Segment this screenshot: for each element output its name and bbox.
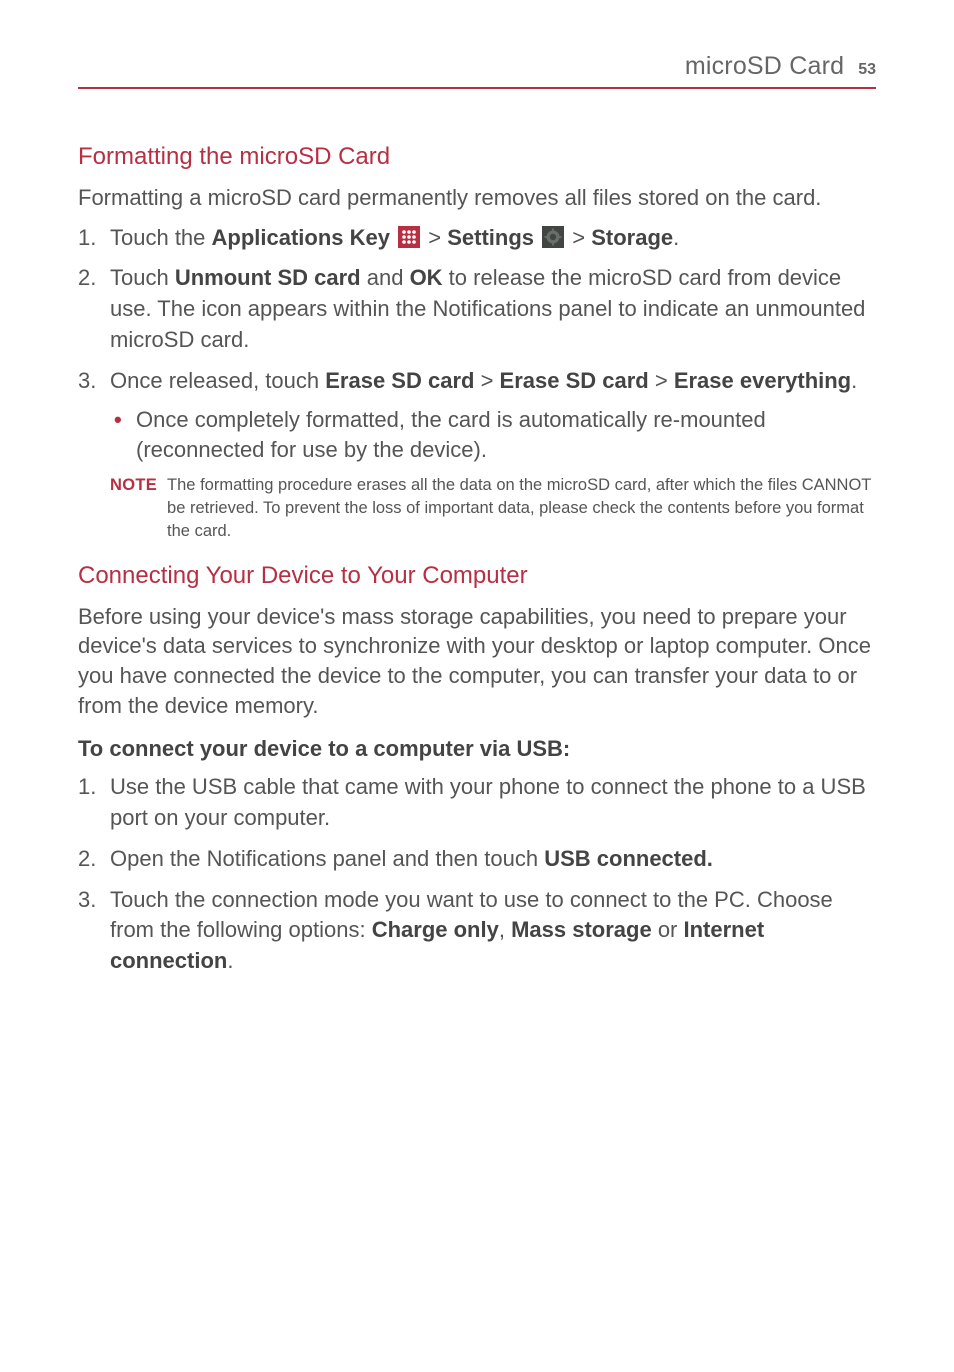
text-fragment: > (649, 368, 674, 393)
text-fragment: > (572, 225, 591, 250)
text-fragment: Touch (110, 265, 175, 290)
bold-settings: Settings (447, 225, 534, 250)
section2-step-2: Open the Notifications panel and then to… (78, 844, 876, 875)
bold-unmount-sd: Unmount SD card (175, 265, 361, 290)
text-fragment: and (361, 265, 410, 290)
text-fragment: Touch the (110, 225, 212, 250)
bold-erase-sd-1: Erase SD card (325, 368, 474, 393)
bold-storage: Storage (591, 225, 673, 250)
bold-charge-only: Charge only (372, 917, 499, 942)
bold-ok: OK (410, 265, 443, 290)
section1-bullet-1: Once completely formatted, the card is a… (110, 405, 876, 467)
text-fragment: Once released, touch (110, 368, 325, 393)
text-fragment: > (474, 368, 499, 393)
page-header: microSD Card 53 (78, 52, 876, 89)
section2-steps-list: Use the USB cable that came with your ph… (78, 772, 876, 977)
text-fragment: , (499, 917, 511, 942)
section2-subheading: To connect your device to a computer via… (78, 736, 876, 762)
section-heading-formatting: Formatting the microSD Card (78, 143, 876, 171)
text-fragment: . (851, 368, 857, 393)
section1-bullet-list: Once completely formatted, the card is a… (110, 405, 876, 467)
apps-grid-icon (398, 226, 420, 248)
text-fragment: . (673, 225, 679, 250)
section1-step-3: Once released, touch Erase SD card > Era… (78, 366, 876, 544)
bold-mass-storage: Mass storage (511, 917, 652, 942)
note-text: The formatting procedure erases all the … (167, 474, 876, 543)
header-section-title: microSD Card (685, 52, 844, 81)
note-block: NOTE The formatting procedure erases all… (110, 474, 876, 543)
bold-erase-sd-2: Erase SD card (500, 368, 649, 393)
section2-step-1: Use the USB cable that came with your ph… (78, 772, 876, 834)
text-fragment: > (428, 225, 447, 250)
text-fragment: or (652, 917, 684, 942)
header-page-number: 53 (858, 61, 876, 79)
bold-applications-key: Applications Key (212, 225, 390, 250)
bold-usb-connected: USB connected. (544, 846, 713, 871)
section1-steps-list: Touch the Applications Key > Settings (78, 223, 876, 544)
section1-intro: Formatting a microSD card permanently re… (78, 183, 876, 213)
section2-step-3: Touch the connection mode you want to us… (78, 885, 876, 977)
bold-erase-everything: Erase everything (674, 368, 851, 393)
note-label: NOTE (110, 474, 157, 543)
settings-gear-icon (542, 226, 564, 248)
section2-intro: Before using your device's mass storage … (78, 602, 876, 721)
text-fragment: Open the Notifications panel and then to… (110, 846, 544, 871)
section1-step-2: Touch Unmount SD card and OK to release … (78, 263, 876, 355)
document-page: microSD Card 53 Formatting the microSD C… (0, 0, 954, 1372)
text-fragment: . (227, 948, 233, 973)
section1-step-1: Touch the Applications Key > Settings (78, 223, 876, 254)
section-heading-connecting: Connecting Your Device to Your Computer (78, 562, 876, 590)
